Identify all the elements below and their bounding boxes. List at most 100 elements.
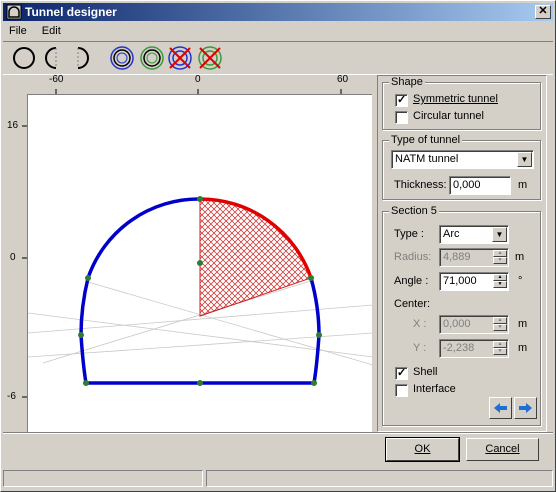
properties-panel: Shape ✓ Symmetric tunnel Circular tunnel… [377, 75, 547, 432]
delete-circle-alt-icon[interactable] [197, 45, 223, 71]
shape-group-label: Shape [389, 76, 425, 88]
ruler-top-tick: -60 [49, 74, 64, 85]
radius-value: 4,889 [443, 251, 471, 263]
shell-label[interactable]: Shell [413, 366, 437, 378]
status-pane-2 [206, 470, 553, 487]
ruler-top-tick: 0 [195, 74, 201, 85]
node[interactable] [83, 380, 89, 386]
tunnel-canvas[interactable] [27, 94, 374, 433]
double-circle-alt-icon[interactable] [139, 45, 165, 71]
chevron-down-icon[interactable]: ▼ [517, 152, 532, 167]
section-type-value: Arc [443, 228, 460, 240]
node[interactable] [316, 332, 322, 338]
double-circle-icon[interactable] [109, 45, 135, 71]
angle-spinner[interactable]: ▲ ▼ [493, 274, 507, 289]
full-circle-icon[interactable] [11, 45, 37, 71]
cancel-button-label: Cancel [485, 443, 520, 455]
title-bar: Tunnel designer ✕ [3, 3, 553, 21]
ok-button[interactable]: OK [385, 437, 460, 462]
shape-group: Shape ✓ Symmetric tunnel Circular tunnel [382, 76, 541, 130]
tunnel-app-icon [6, 4, 22, 20]
ruler-top: -60 0 60 [27, 74, 372, 94]
angle-value: 71,000 [443, 275, 477, 287]
arrow-right-icon [519, 403, 532, 413]
symmetric-checkbox[interactable]: ✓ [395, 94, 408, 107]
ruler-left: 16 0 -6 [5, 94, 27, 432]
tunnel-drawing[interactable] [27, 95, 374, 433]
section-group: Section 5 Type : Arc ▼ Radius: 4,889 ▲ ▼ … [382, 205, 541, 426]
node[interactable] [85, 275, 91, 281]
angle-label: Angle : [394, 275, 429, 287]
interface-label[interactable]: Interface [413, 383, 456, 395]
node[interactable] [197, 260, 203, 266]
ruler-left-tick: -6 [7, 391, 16, 402]
tunnel-designer-window: Tunnel designer ✕ File Edit -60 0 60 16 … [0, 0, 556, 492]
section-type-select[interactable]: Arc ▼ [439, 225, 509, 244]
center-x-label: X : [413, 318, 427, 330]
radius-unit: m [515, 251, 525, 263]
angle-unit: ° [518, 275, 523, 287]
status-bar [3, 468, 553, 488]
node[interactable] [78, 332, 84, 338]
left-arc-icon[interactable] [41, 45, 67, 71]
close-button[interactable]: ✕ [535, 5, 551, 19]
drawing-area: -60 0 60 16 0 -6 [5, 74, 374, 433]
tunnel-type-select[interactable]: NATM tunnel ▼ [391, 150, 534, 169]
center-y-input: -2,238 ▲ ▼ [439, 339, 509, 358]
node[interactable] [308, 275, 314, 281]
next-section-button[interactable] [514, 397, 537, 419]
ruler-top-tick: 60 [337, 74, 349, 85]
section-group-label: Section 5 [389, 205, 439, 217]
circular-checkbox[interactable] [395, 111, 408, 124]
interface-checkbox[interactable] [395, 384, 408, 397]
menu-file[interactable]: File [3, 23, 33, 37]
symmetric-label[interactable]: Symmetric tunnel [413, 93, 498, 105]
status-pane-1 [3, 470, 203, 487]
center-y-value: -2,238 [443, 342, 475, 354]
center-x-unit: m [518, 318, 528, 330]
thickness-input[interactable]: 0,000 [449, 176, 511, 195]
lining-arc-left[interactable] [86, 197, 201, 279]
cancel-button[interactable]: Cancel [466, 438, 539, 461]
checkmark-icon: ✓ [397, 367, 407, 379]
thickness-value: 0,000 [453, 179, 481, 191]
previous-section-button[interactable] [489, 397, 512, 419]
ok-button-label: OK [414, 443, 431, 455]
delete-circle-icon[interactable] [167, 45, 193, 71]
angle-input[interactable]: 71,000 ▲ ▼ [439, 272, 509, 291]
center-x-spinner: ▲ ▼ [493, 317, 507, 332]
ruler-left-tick: 16 [7, 120, 19, 131]
node[interactable] [197, 196, 203, 202]
tunnel-type-value: NATM tunnel [395, 153, 459, 165]
center-y-unit: m [518, 342, 528, 354]
thickness-unit: m [518, 179, 528, 191]
center-x-value: 0,000 [443, 318, 471, 330]
checkmark-icon: ✓ [397, 94, 407, 106]
center-label: Center: [394, 298, 431, 310]
type-label: Type : [394, 228, 424, 240]
center-y-label: Y : [413, 342, 427, 354]
circular-label[interactable]: Circular tunnel [413, 110, 484, 122]
close-icon: ✕ [538, 5, 548, 17]
tunnel-type-group-label: Type of tunnel [389, 134, 463, 146]
tunnel-type-group: Type of tunnel NATM tunnel ▼ Thickness: … [382, 134, 541, 200]
thickness-label: Thickness: [394, 179, 447, 191]
menu-bar: File Edit [3, 23, 67, 41]
center-y-spinner: ▲ ▼ [493, 341, 507, 356]
center-x-input: 0,000 ▲ ▼ [439, 315, 509, 334]
radius-input: 4,889 ▲ ▼ [439, 248, 509, 267]
toolbar [3, 41, 553, 75]
separator [3, 432, 553, 434]
chevron-down-icon[interactable]: ▼ [492, 227, 507, 242]
ruler-left-tick: 0 [10, 252, 16, 263]
node[interactable] [197, 380, 203, 386]
radius-label: Radius: [394, 251, 432, 263]
node[interactable] [311, 380, 317, 386]
shell-checkbox[interactable]: ✓ [395, 367, 408, 380]
radius-spinner: ▲ ▼ [493, 250, 507, 265]
arrow-left-icon [494, 403, 507, 413]
menu-edit[interactable]: Edit [36, 23, 67, 37]
selected-section-hatch[interactable] [199, 198, 312, 317]
window-title: Tunnel designer [25, 5, 117, 19]
right-arc-icon[interactable] [69, 45, 95, 71]
